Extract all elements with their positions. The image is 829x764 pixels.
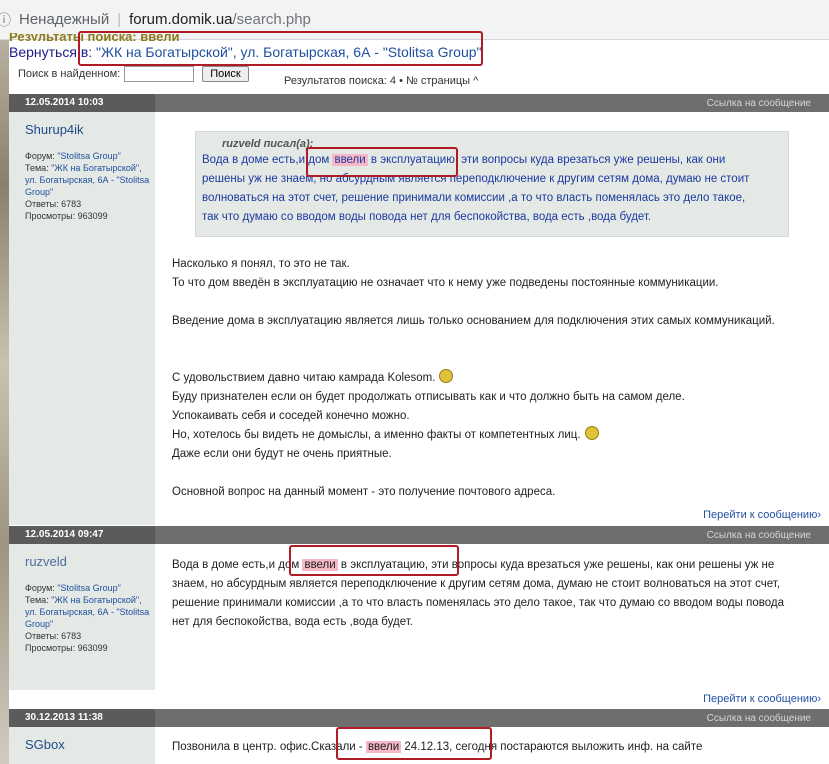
body-line [172,464,775,483]
body-line: Насколько я понял, то это не так. [172,258,350,270]
author-name[interactable]: ruzveld [25,554,155,570]
forum-link[interactable]: "Stolitsa Group" [57,583,120,593]
body-line: То что дом введён в эксплуатацию не озна… [172,277,719,289]
post-author-sidebar: ruzveld Форум: "Stolitsa Group" Тема: "Ж… [9,544,155,690]
body-line: Введение дома в эксплуатацию является ли… [172,315,775,327]
topic-label: Тема: [25,595,49,605]
views-label: Просмотры: [25,211,76,221]
forum-link[interactable]: "Stolitsa Group" [57,151,120,161]
search-highlight: ввели [332,154,368,166]
search-results-heading: Результаты поиска: ввели [9,33,180,41]
body-text: Вода в доме есть,и дом [172,559,303,571]
go-to-post-link[interactable]: Перейти к сообщению› [703,509,821,521]
body-line [172,331,775,350]
back-prefix: Вернуться в: [9,44,97,60]
body-line: решение принимали комиссии ,а то что вла… [172,597,784,609]
info-icon[interactable]: ⓘ [0,10,11,30]
body-text: в эксплуатацию, эти вопросы куда врезать… [337,559,775,571]
post-date: 12.05.2014 09:47 [9,526,155,544]
search-input[interactable] [124,66,195,82]
body-line: Вода в доме есть,и дом ввели в эксплуата… [172,556,784,575]
body-text: Но, хотелось бы видеть не домыслы, а име… [172,429,581,441]
post-author-sidebar: Shurup4ik Форум: "Stolitsa Group" Тема: … [9,112,155,525]
body-line: Буду признателен если он будет продолжат… [172,391,685,403]
replies-value: 6783 [61,199,82,209]
post-header: 12.05.2014 10:03 Ссылка на сообщение [9,94,829,112]
search-label: Поиск в найденном: [18,68,121,80]
body-line: Основной вопрос на данный момент - это п… [172,486,556,498]
body-line: Успокаивать себя и соседей конечно можно… [172,410,410,422]
post-body: Насколько я понял, то это не так. То что… [172,255,775,502]
body-line: знаем, но абсурдным является переподключ… [172,578,780,590]
quote-line: Вода в доме есть,и дом ввели в эксплуата… [202,151,788,170]
search-highlight: ввели [302,559,338,571]
topic-row: Тема: "ЖК на Богатырской", ул. Богатырск… [25,162,155,198]
url-path: /search.php [232,11,311,28]
divider: | [117,11,122,28]
post-date: 30.12.2013 11:38 [9,709,155,727]
quote-author: ruzveld писал(а): [222,138,314,150]
post-body: Позвонила в центр. офис.Сказали - ввели … [172,738,702,757]
body-line: Даже если они будут не очень приятные. [172,448,392,460]
body-line: нет для беспокойства, вода есть ,вода бу… [172,616,413,628]
views-value: 963099 [77,211,108,221]
post-permalink[interactable]: Ссылка на сообщение [707,98,811,109]
back-to-topic-link[interactable]: "ЖК на Богатырской", ул. Богатырская, 6А… [96,44,481,60]
body-line [172,350,775,369]
url-host: forum.domik.ua [129,11,233,28]
url-text[interactable]: forum.domik.ua/search.php [129,11,311,28]
replies-row: Ответы: 6783 [25,630,155,642]
quote-line: волноваться на этот счет, решение приним… [202,192,746,204]
body-line: С удовольствием давно читаю камрада Kole… [172,369,775,388]
forum-label: Форум: [25,151,55,161]
body-line: Но, хотелось бы видеть не домыслы, а име… [172,426,775,445]
security-label[interactable]: Ненадежный [19,11,109,28]
post-header: 30.12.2013 11:38 Ссылка на сообщение [9,709,829,727]
forum-label: Форум: [25,583,55,593]
search-in-results-form: Поиск в найденном: Поиск [18,66,249,82]
topic-row: Тема: "ЖК на Богатырской", ул. Богатырск… [25,594,155,630]
back-link-row: Вернуться в: "ЖК на Богатырской", ул. Бо… [9,44,482,60]
go-to-post-link[interactable]: Перейти к сообщению› [703,693,821,705]
forum-row: Форум: "Stolitsa Group" [25,582,155,594]
search-button[interactable]: Поиск [202,66,249,82]
post-date: 12.05.2014 10:03 [9,94,155,112]
results-count: Результатов поиска: 4 • № страницы ^ [284,75,479,87]
post-author-sidebar: SGbox [9,727,155,764]
search-highlight: ввели [365,741,402,753]
body-line [172,293,775,312]
bell-smiley-icon [439,369,454,383]
author-name[interactable]: SGbox [25,737,155,753]
quote-block: ruzveld писал(а): Вода в доме есть,и дом… [195,131,789,237]
quote-text: Вода в доме есть,и дом ввели в эксплуата… [202,151,788,227]
body-line: Позвонила в центр. офис.Сказали - ввели … [172,738,702,757]
post-body: Вода в доме есть,и дом ввели в эксплуата… [172,556,784,632]
views-value: 963099 [77,643,108,653]
author-name[interactable]: Shurup4ik [25,122,155,138]
background-strip [0,40,9,764]
body-text: Позвонила в центр. офис.Сказали - [172,741,366,753]
forum-row: Форум: "Stolitsa Group" [25,150,155,162]
replies-label: Ответы: [25,199,59,209]
post-permalink[interactable]: Ссылка на сообщение [707,713,811,724]
quote-line: решены уж не знаем, но абсурдным являетс… [202,173,750,185]
quote-line: так что думаю со вводом воды повода нет … [202,211,652,223]
replies-value: 6783 [61,631,82,641]
body-text: 24.12.13, сегодня постараются выложить и… [401,741,703,753]
thumbs-up-smiley-icon [584,426,599,440]
views-row: Просмотры: 963099 [25,642,155,654]
quote-text-part: в эксплуатацию, эти вопросы куда врезать… [367,154,726,166]
views-row: Просмотры: 963099 [25,210,155,222]
post-permalink[interactable]: Ссылка на сообщение [707,530,811,541]
replies-label: Ответы: [25,631,59,641]
body-text: С удовольствием давно читаю камрада Kole… [172,372,436,384]
topic-label: Тема: [25,163,49,173]
post-header: 12.05.2014 09:47 Ссылка на сообщение [9,526,829,544]
replies-row: Ответы: 6783 [25,198,155,210]
views-label: Просмотры: [25,643,76,653]
quote-text-part: Вода в доме есть,и дом [202,154,333,166]
